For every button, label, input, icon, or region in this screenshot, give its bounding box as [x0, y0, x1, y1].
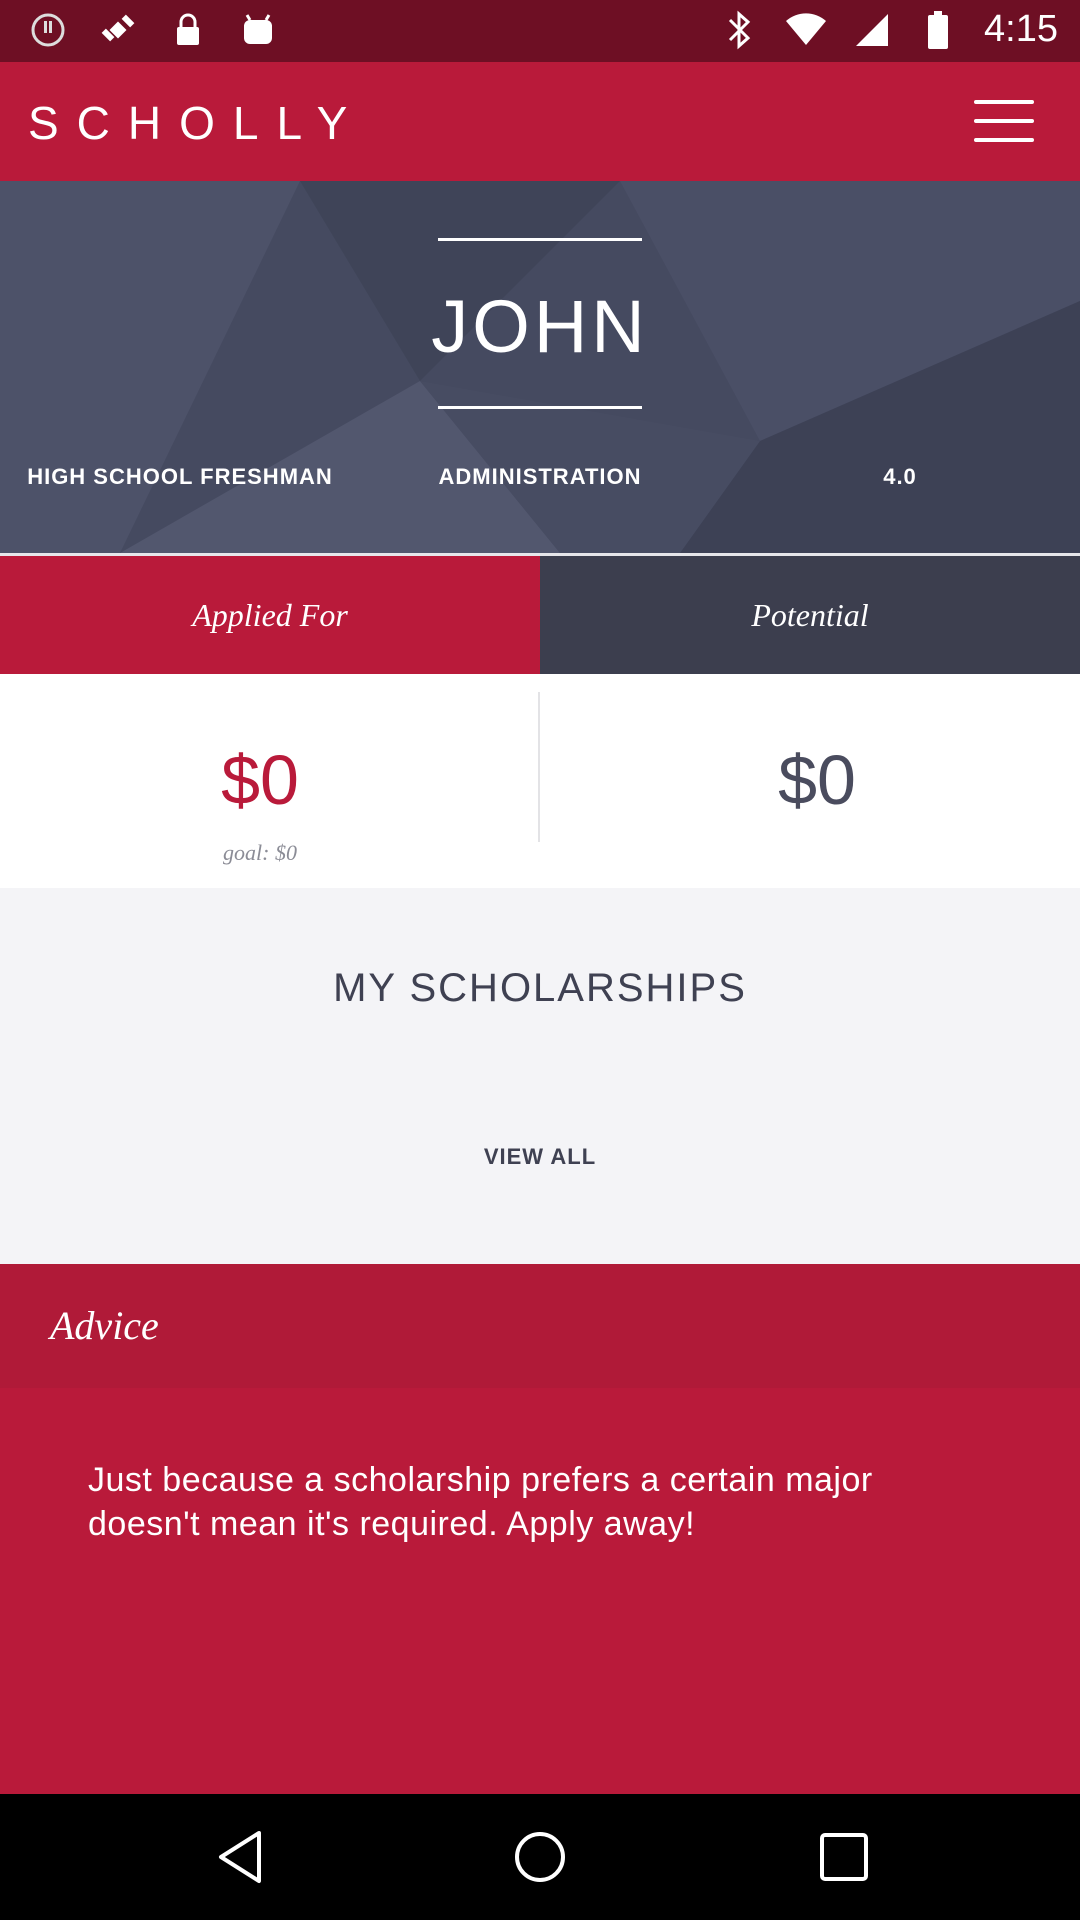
my-scholarships-section: MY SCHOLARSHIPS VIEW ALL [0, 888, 1080, 1264]
tab-potential[interactable]: Potential [540, 556, 1080, 674]
amounts-panel: $0 goal: $0 $0 [0, 674, 1080, 888]
section-title: MY SCHOLARSHIPS [333, 966, 747, 1010]
status-bar: 4:15 [0, 0, 1080, 62]
home-icon[interactable] [500, 1824, 580, 1890]
app-logo: SCHOLLY [28, 97, 366, 149]
app-header: SCHOLLY [0, 62, 1080, 181]
name-rule-top [438, 238, 642, 241]
satellite-icon [98, 10, 138, 50]
system-nav-bar [0, 1794, 1080, 1920]
signal-icon [852, 10, 892, 50]
advice-title: Advice [50, 1303, 159, 1348]
grade-level: HIGH SCHOOL FRESHMAN [27, 464, 333, 489]
back-icon[interactable] [200, 1824, 280, 1890]
advice-text: Just because a scholarship prefers a cer… [88, 1461, 873, 1543]
profile-hero: JOHN HIGH SCHOOL FRESHMAN ADMINISTRATION… [0, 181, 1080, 553]
advice-card: Just because a scholarship prefers a cer… [0, 1388, 1080, 1794]
amount-divider [538, 692, 540, 842]
name-rule-bottom [438, 406, 642, 409]
alert-icon [28, 10, 68, 50]
bluetooth-icon [720, 10, 760, 50]
tab-applied-for[interactable]: Applied For [0, 556, 540, 674]
profile-name: JOHN [431, 285, 649, 368]
android-icon [238, 10, 278, 50]
hamburger-menu-icon[interactable] [974, 100, 1034, 142]
gpa: 4.0 [883, 464, 917, 489]
lock-icon [168, 10, 208, 50]
goal-amount: goal: $0 [223, 840, 297, 865]
potential-amount: $0 [778, 741, 856, 819]
battery-icon [918, 10, 958, 50]
applied-amount: $0 [221, 741, 299, 819]
view-all-link[interactable]: VIEW ALL [440, 1144, 640, 1170]
clock: 4:15 [984, 8, 1058, 50]
tab-applied-for-label: Applied For [192, 596, 348, 633]
recents-icon[interactable] [804, 1824, 884, 1890]
wifi-icon [786, 10, 827, 50]
tab-potential-label: Potential [751, 596, 869, 633]
major: ADMINISTRATION [438, 464, 642, 489]
advice-header: Advice [0, 1264, 1080, 1388]
